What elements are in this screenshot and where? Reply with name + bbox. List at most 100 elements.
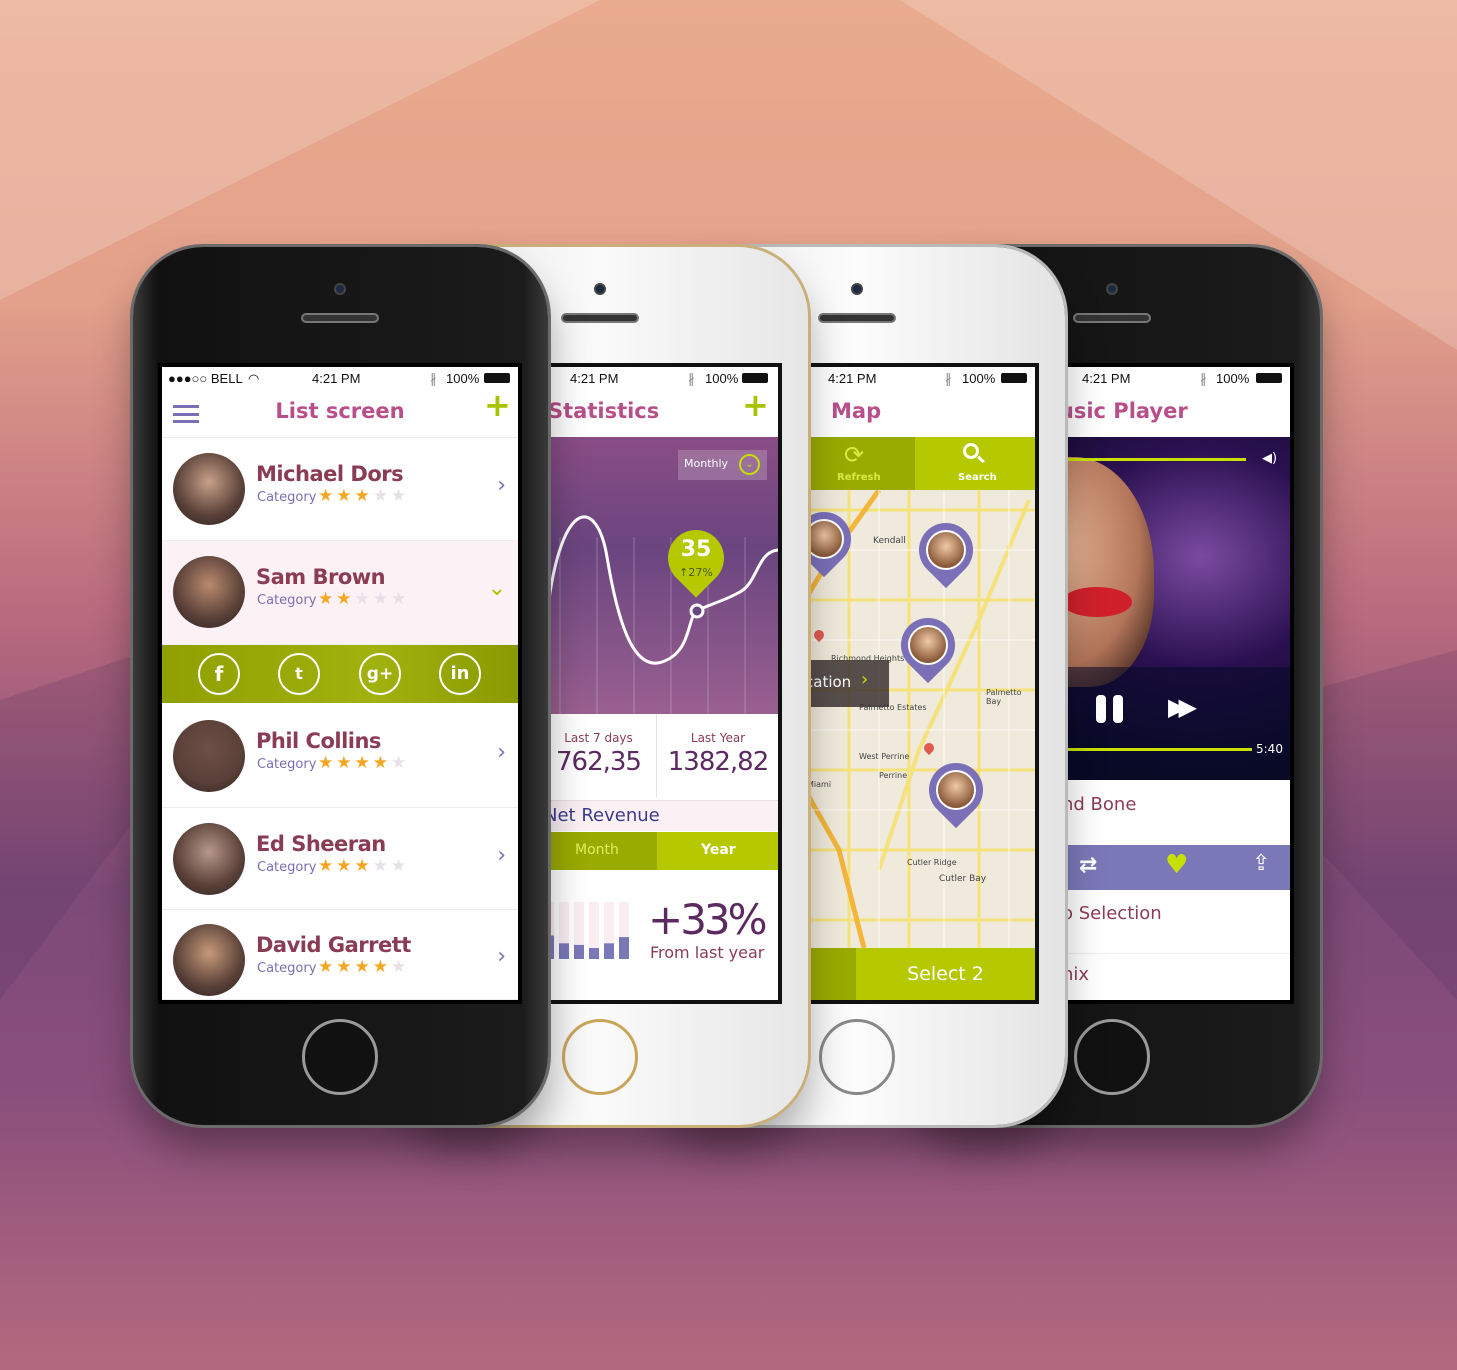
battery-icon	[1256, 373, 1282, 383]
song-title: nd Bone	[1062, 794, 1137, 815]
camera	[594, 283, 606, 295]
avatar	[173, 720, 245, 792]
home-button[interactable]	[819, 1019, 895, 1095]
list-item[interactable]: Michael Dors Category ★★★★★ ›	[162, 438, 518, 541]
star-icon: ★	[391, 486, 410, 506]
carrier: ●●●○○ BELL	[168, 371, 243, 386]
star-icon: ★	[372, 486, 391, 506]
list-screen: ●●●○○ BELL ◠ 4:21 PM ∦ 100% List screen …	[162, 367, 518, 1000]
category-label: Category	[257, 757, 317, 772]
star-icon: ★	[372, 957, 391, 977]
map-label: Miami	[807, 780, 832, 789]
pause-button[interactable]	[1096, 695, 1126, 723]
track-time: 5:40	[1256, 742, 1283, 756]
star-icon: ★	[391, 957, 410, 977]
google-plus-icon[interactable]: g+	[359, 653, 401, 695]
chevron-right-icon[interactable]: ›	[497, 740, 506, 765]
bluetooth-icon: ∦	[1200, 371, 1207, 386]
search-tab[interactable]: Search	[915, 437, 1035, 490]
rating-stars: ★★★★★	[318, 957, 409, 977]
rating-stars: ★★★★★	[318, 753, 409, 773]
fast-forward-button[interactable]: ▶▶	[1168, 693, 1197, 721]
repeat-icon[interactable]: ⇄	[1079, 853, 1097, 878]
star-icon: ★	[336, 957, 355, 977]
star-icon: ★	[318, 486, 337, 506]
rating-stars: ★★★★★	[318, 856, 409, 876]
map-label: Cutler Bay	[939, 874, 987, 884]
star-icon: ★	[318, 957, 337, 977]
progress-bar[interactable]	[1034, 748, 1252, 751]
star-icon: ★	[354, 856, 373, 876]
rating-stars: ★★★★★	[318, 589, 409, 609]
map-label: Cutler Ridge	[907, 858, 957, 867]
battery-percent: 100%	[962, 371, 996, 386]
person-name: Sam Brown	[256, 565, 386, 589]
star-icon: ★	[372, 589, 391, 609]
stat-label: Last Year	[690, 731, 746, 745]
stat-label: Last 7 days	[564, 731, 633, 745]
volume-icon[interactable]: ◀)	[1262, 451, 1277, 466]
avatar	[173, 924, 245, 996]
camera	[334, 283, 346, 295]
map-label: Kendall	[873, 536, 906, 546]
status-time: 4:21 PM	[1082, 371, 1131, 386]
avatar	[173, 556, 245, 628]
person-name: Phil Collins	[256, 729, 381, 753]
home-button[interactable]	[302, 1019, 378, 1095]
list-item[interactable]: Phil Collins Category ★★★★★ ›	[162, 705, 518, 808]
list-item[interactable]: Ed Sheeran Category ★★★★★ ›	[162, 808, 518, 910]
bluetooth-icon: ∦	[688, 371, 695, 386]
bluetooth-icon: ∦	[430, 371, 437, 386]
home-button[interactable]	[562, 1019, 638, 1095]
add-button[interactable]: +	[742, 389, 769, 421]
song-title: o Selection	[1062, 903, 1162, 924]
star-icon: ★	[391, 589, 410, 609]
tab-label: Month	[575, 842, 619, 858]
share-icon[interactable]: ⇪	[1252, 851, 1270, 876]
battery-percent: 100%	[705, 371, 739, 386]
avatar	[173, 823, 245, 895]
tab-year[interactable]: Year	[657, 832, 778, 870]
chevron-right-icon: ›	[861, 669, 869, 690]
category-label: Category	[257, 593, 317, 608]
star-icon: ★	[336, 856, 355, 876]
rating-stars: ★★★★★	[318, 486, 409, 506]
chevron-down-icon[interactable]: ⌄	[488, 576, 506, 601]
chevron-right-icon[interactable]: ›	[497, 843, 506, 868]
social-share-bar: f t g+ in	[162, 645, 518, 703]
page-title: Map	[831, 399, 882, 423]
home-button[interactable]	[1074, 1019, 1150, 1095]
category-label: Category	[257, 490, 317, 505]
status-time: 4:21 PM	[828, 371, 877, 386]
refresh-label: Refresh	[837, 472, 881, 483]
page-title: Statistics	[548, 399, 660, 423]
chevron-right-icon[interactable]: ›	[497, 944, 506, 969]
person-name: Ed Sheeran	[256, 832, 386, 856]
star-icon: ★	[318, 856, 337, 876]
heart-icon[interactable]: ♥	[1165, 850, 1188, 880]
speaker	[561, 313, 639, 323]
list-item[interactable]: Sam Brown Category ★★★★★ ⌄	[162, 541, 518, 645]
add-button[interactable]: +	[484, 389, 511, 421]
wifi-icon: ◠	[248, 371, 260, 386]
volume-slider[interactable]	[1034, 458, 1246, 461]
location-label: cation	[805, 673, 852, 691]
star-icon: ★	[336, 753, 355, 773]
status-bar: ●●●○○ BELL ◠ 4:21 PM ∦ 100%	[162, 367, 518, 390]
twitter-icon[interactable]: t	[278, 653, 320, 695]
person-name: Michael Dors	[256, 462, 404, 486]
facebook-icon[interactable]: f	[198, 653, 240, 695]
page-title: List screen	[275, 399, 405, 423]
list-item[interactable]: David Garrett Category ★★★★★ ›	[162, 910, 518, 1000]
star-icon: ★	[354, 486, 373, 506]
chevron-right-icon[interactable]: ›	[497, 473, 506, 498]
chart-point	[689, 603, 705, 619]
growth-value: +33%	[648, 895, 768, 944]
star-icon: ★	[391, 856, 410, 876]
battery-icon	[484, 373, 510, 383]
speaker	[1073, 313, 1151, 323]
speaker	[818, 313, 896, 323]
linkedin-icon[interactable]: in	[439, 653, 481, 695]
select-button[interactable]: Select 2	[856, 948, 1035, 1000]
mini-bar	[589, 948, 599, 959]
